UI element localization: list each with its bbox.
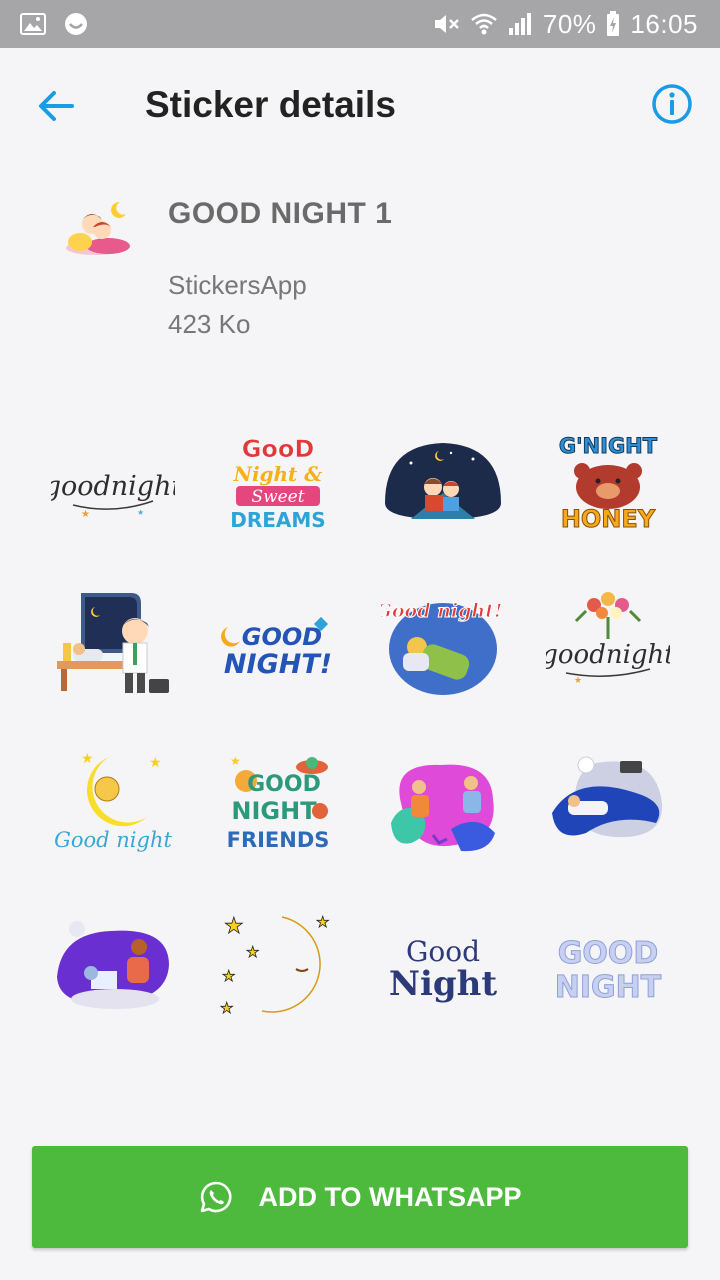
svg-text:GOOD: GOOD (247, 772, 321, 797)
svg-text:★: ★ (81, 509, 90, 520)
svg-text:goodnight: goodnight (546, 640, 670, 670)
add-to-whatsapp-button[interactable]: ADD TO WHATSAPP (32, 1146, 688, 1248)
signal-icon (507, 12, 533, 36)
svg-text:Night &: Night & (232, 462, 322, 486)
svg-text:G'NIGHT: G'NIGHT (558, 434, 657, 458)
svg-text:★: ★ (222, 968, 235, 985)
pack-size: 423 Ko (168, 309, 251, 339)
arrow-left-icon (39, 91, 74, 121)
svg-text:FRIENDS: FRIENDS (226, 828, 329, 852)
info-icon (652, 84, 692, 124)
sticker-item[interactable]: ★ ★ Good night (30, 725, 195, 885)
smiley-icon (64, 12, 88, 36)
battery-level: 70% (542, 8, 597, 39)
app-bar: Sticker details (0, 48, 720, 166)
sticker-item[interactable]: G'NIGHT HONEY (525, 405, 690, 565)
battery-icon (606, 11, 620, 37)
svg-text:Sweet: Sweet (251, 487, 304, 507)
svg-text:★: ★ (224, 913, 244, 938)
sticker-item[interactable] (525, 725, 690, 885)
svg-text:★: ★ (230, 754, 241, 768)
sticker-item[interactable] (30, 885, 195, 1045)
sticker-item[interactable]: GOOD NIGHT (525, 885, 690, 1045)
svg-text:Night: Night (388, 964, 496, 1004)
sticker-item[interactable] (360, 725, 525, 885)
sticker-item[interactable] (30, 565, 195, 725)
sticker-item[interactable] (360, 405, 525, 565)
whatsapp-icon (200, 1181, 231, 1213)
info-button[interactable] (650, 82, 694, 126)
sticker-item[interactable]: goodnight ★ ★ (30, 405, 195, 565)
svg-text:★: ★ (137, 508, 144, 517)
svg-text:GOOD: GOOD (241, 623, 321, 651)
svg-text:HONEY: HONEY (560, 505, 655, 533)
status-bar: 70% 16:05 (0, 0, 720, 48)
pack-name: GOOD NIGHT 1 (168, 197, 393, 230)
image-icon (20, 13, 46, 35)
svg-text:★: ★ (220, 1000, 233, 1017)
svg-text:★: ★ (246, 944, 259, 961)
clock: 16:05 (630, 8, 698, 39)
svg-text:★: ★ (149, 754, 162, 770)
pack-author: StickersApp (168, 270, 307, 300)
svg-text:Good night!: Good night! (381, 600, 502, 622)
svg-text:GOOD: GOOD (557, 936, 658, 971)
svg-text:NIGHT: NIGHT (231, 797, 317, 825)
svg-text:goodnight: goodnight (51, 471, 175, 502)
page-title: Sticker details (145, 84, 396, 125)
svg-text:NIGHT: NIGHT (554, 970, 661, 1005)
svg-text:Good night: Good night (54, 828, 172, 852)
svg-text:NIGHT!: NIGHT! (223, 649, 331, 680)
sticker-item[interactable]: ★ ★ ★ ★ ★ (195, 885, 360, 1045)
sticker-item[interactable]: Good night! (360, 565, 525, 725)
sticker-item[interactable]: GOOD NIGHT! (195, 565, 360, 725)
add-to-whatsapp-label: ADD TO WHATSAPP (258, 1181, 522, 1212)
back-button[interactable] (34, 84, 78, 128)
svg-text:DREAMS: DREAMS (230, 508, 325, 532)
svg-text:★: ★ (81, 750, 94, 766)
sticker-item[interactable]: goodnight ★ (525, 565, 690, 725)
sticker-item[interactable]: Good Night (360, 885, 525, 1045)
pack-tray-icon (60, 190, 140, 270)
mute-icon (433, 12, 461, 36)
svg-text:GooD: GooD (241, 435, 314, 463)
sticker-item[interactable]: GooD Night & Sweet DREAMS (195, 405, 360, 565)
sticker-grid: goodnight ★ ★ GooD Night & Sweet DREAMS (30, 405, 690, 1045)
wifi-icon (471, 12, 497, 36)
sticker-item[interactable]: ★ GOOD NIGHT FRIENDS (195, 725, 360, 885)
svg-text:★: ★ (316, 914, 329, 931)
svg-text:★: ★ (574, 675, 582, 685)
